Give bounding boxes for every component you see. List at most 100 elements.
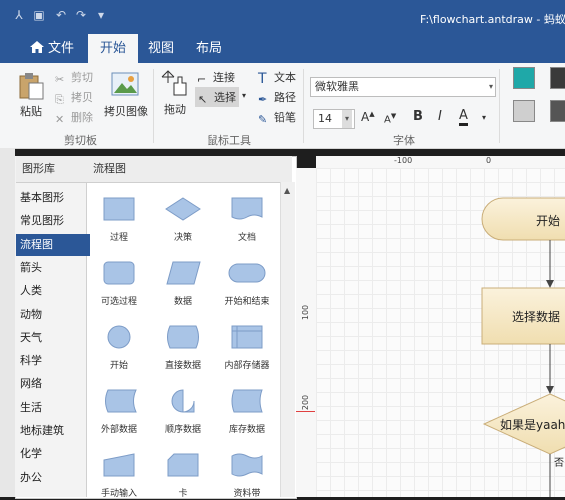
shape-preview-icon [103, 261, 135, 285]
shape-item[interactable]: 开始和结束 [216, 256, 278, 308]
font-family-select[interactable]: 微软雅黑 ▾ [310, 77, 496, 97]
tab-home[interactable]: 开始 [88, 34, 139, 63]
italic-button[interactable]: I [438, 109, 442, 124]
drag-tool-button[interactable]: 拖动 [158, 67, 194, 125]
chevron-down-icon: ▾ [488, 82, 493, 91]
shape-item[interactable]: 顺序数据 [152, 384, 214, 436]
copy-image-button[interactable]: 拷贝图像 [102, 69, 150, 127]
shape-label: 内部存储器 [224, 361, 270, 371]
shape-preview-icon [107, 325, 131, 349]
pencil-icon: ✎ [258, 113, 268, 126]
swatch-teal[interactable] [513, 67, 535, 89]
text-tool-button[interactable]: T 文本 [258, 69, 296, 87]
scroll-up-icon[interactable]: ▲ [284, 186, 290, 195]
grow-font-button[interactable]: A▲ [361, 110, 375, 124]
copy-icon: ⎘ [55, 93, 64, 106]
undo-icon[interactable]: ↶ [54, 8, 68, 22]
shape-item[interactable]: 内部存储器 [216, 320, 278, 372]
category-item[interactable]: 网络 [16, 373, 90, 395]
bold-button[interactable]: B [413, 109, 423, 124]
swatch-dark[interactable] [550, 67, 565, 89]
category-item[interactable]: 基本图形 [16, 187, 90, 209]
paste-label: 粘贴 [20, 105, 42, 118]
pen-icon: ✒ [258, 93, 268, 106]
shape-preview-icon [231, 197, 263, 220]
library-header-left: 图形库 [16, 156, 88, 183]
swatch-gray-dark[interactable] [550, 100, 565, 122]
category-item[interactable]: 科学 [16, 350, 90, 372]
font-color-button[interactable]: A [459, 108, 468, 126]
start-node-label: 开始 [536, 214, 561, 228]
shape-item[interactable]: 手动输入 [88, 448, 150, 500]
shape-item[interactable]: 卡 [152, 448, 214, 500]
drawing-canvas[interactable]: 开始 选择数据 如果是yaah 否 [316, 168, 565, 497]
category-item[interactable]: 常见图形 [16, 210, 90, 232]
category-item[interactable]: 人类 [16, 280, 90, 302]
font-color-dropdown-icon[interactable]: ▾ [482, 113, 486, 122]
ribbon-separator [303, 69, 304, 143]
shape-item[interactable]: 数据 [152, 256, 214, 308]
cut-label: 剪切 [71, 71, 93, 84]
select-tool-button[interactable]: ↖ 选择 [195, 87, 239, 107]
copy-button[interactable]: ⎘ 拷贝 [55, 89, 93, 106]
tab-file-label: 文件 [48, 41, 75, 56]
font-size-select[interactable]: 14 ▾ [313, 109, 355, 129]
shape-preview-icon [165, 197, 201, 221]
shape-label: 文档 [237, 233, 256, 243]
category-item[interactable]: 化学 [16, 443, 90, 465]
shape-preview-icon [103, 197, 135, 221]
category-item[interactable]: 箭头 [16, 257, 90, 279]
select-dropdown-icon[interactable]: ▾ [242, 91, 246, 100]
delete-button[interactable]: ✕ 删除 [55, 109, 93, 126]
text-icon: T [258, 71, 267, 87]
connect-tool-button[interactable]: ⌐ 连接 [197, 69, 235, 86]
tab-layout[interactable]: 布局 [184, 34, 234, 63]
shape-preview-icon [167, 325, 199, 349]
cut-button[interactable]: ✂ 剪切 [55, 69, 93, 86]
shape-item[interactable]: 直接数据 [152, 320, 214, 372]
category-item[interactable]: 办公 [16, 467, 90, 489]
shape-preview-icon [171, 389, 195, 413]
shape-label: 数据 [173, 297, 192, 307]
shrink-font-button[interactable]: A▼ [384, 112, 396, 125]
home-icon [30, 41, 44, 53]
redo-icon[interactable]: ↷ [74, 8, 88, 22]
shape-item[interactable]: 库存数据 [216, 384, 278, 436]
tab-view-label: 视图 [148, 41, 175, 56]
arrowhead [546, 386, 554, 394]
category-item[interactable]: 天气 [16, 327, 90, 349]
swatch-gray-light[interactable] [513, 100, 535, 122]
ruler-left-label: 200 [301, 394, 311, 411]
quick-access-dropdown-icon[interactable]: ▾ [94, 8, 108, 22]
clipboard-icon [19, 73, 44, 100]
tab-file[interactable]: 文件 [18, 34, 86, 63]
shape-item[interactable]: 决策 [152, 192, 214, 244]
path-tool-button[interactable]: ✒ 路径 [258, 89, 296, 106]
ruler-top-label: -100 [394, 156, 413, 165]
category-item[interactable]: 地标建筑 [16, 420, 90, 442]
copy-image-label: 拷贝图像 [104, 105, 148, 118]
pencil-tool-button[interactable]: ✎ 铅笔 [258, 109, 296, 126]
shape-item[interactable]: 可选过程 [88, 256, 150, 308]
shape-item[interactable]: 过程 [88, 192, 150, 244]
ruler-left-label: 100 [301, 304, 311, 321]
library-scrollbar[interactable]: ▲ [280, 182, 295, 497]
clipboard-group-label: 剪切板 [64, 134, 97, 147]
shape-label: 可选过程 [100, 297, 137, 307]
save-icon[interactable]: ▣ [32, 8, 46, 22]
category-item[interactable]: 动物 [16, 304, 90, 326]
shape-item[interactable]: 外部数据 [88, 384, 150, 436]
left-dock-strip [0, 148, 15, 497]
category-item[interactable]: 流程图 [16, 233, 90, 256]
category-item[interactable]: 生活 [16, 397, 90, 419]
shape-item[interactable]: 资料带 [216, 448, 278, 500]
no-branch-label: 否 [554, 458, 564, 469]
shape-item[interactable]: 文档 [216, 192, 278, 244]
image-icon [111, 72, 139, 96]
font-size-value: 14 [318, 112, 332, 125]
app-icon: ⅄ [15, 8, 23, 22]
shape-item[interactable]: 开始 [88, 320, 150, 372]
ribbon-tabs: 文件 开始 视图 布局 [0, 34, 565, 63]
tab-view[interactable]: 视图 [136, 34, 186, 63]
paste-button[interactable]: 粘贴 [14, 69, 48, 127]
